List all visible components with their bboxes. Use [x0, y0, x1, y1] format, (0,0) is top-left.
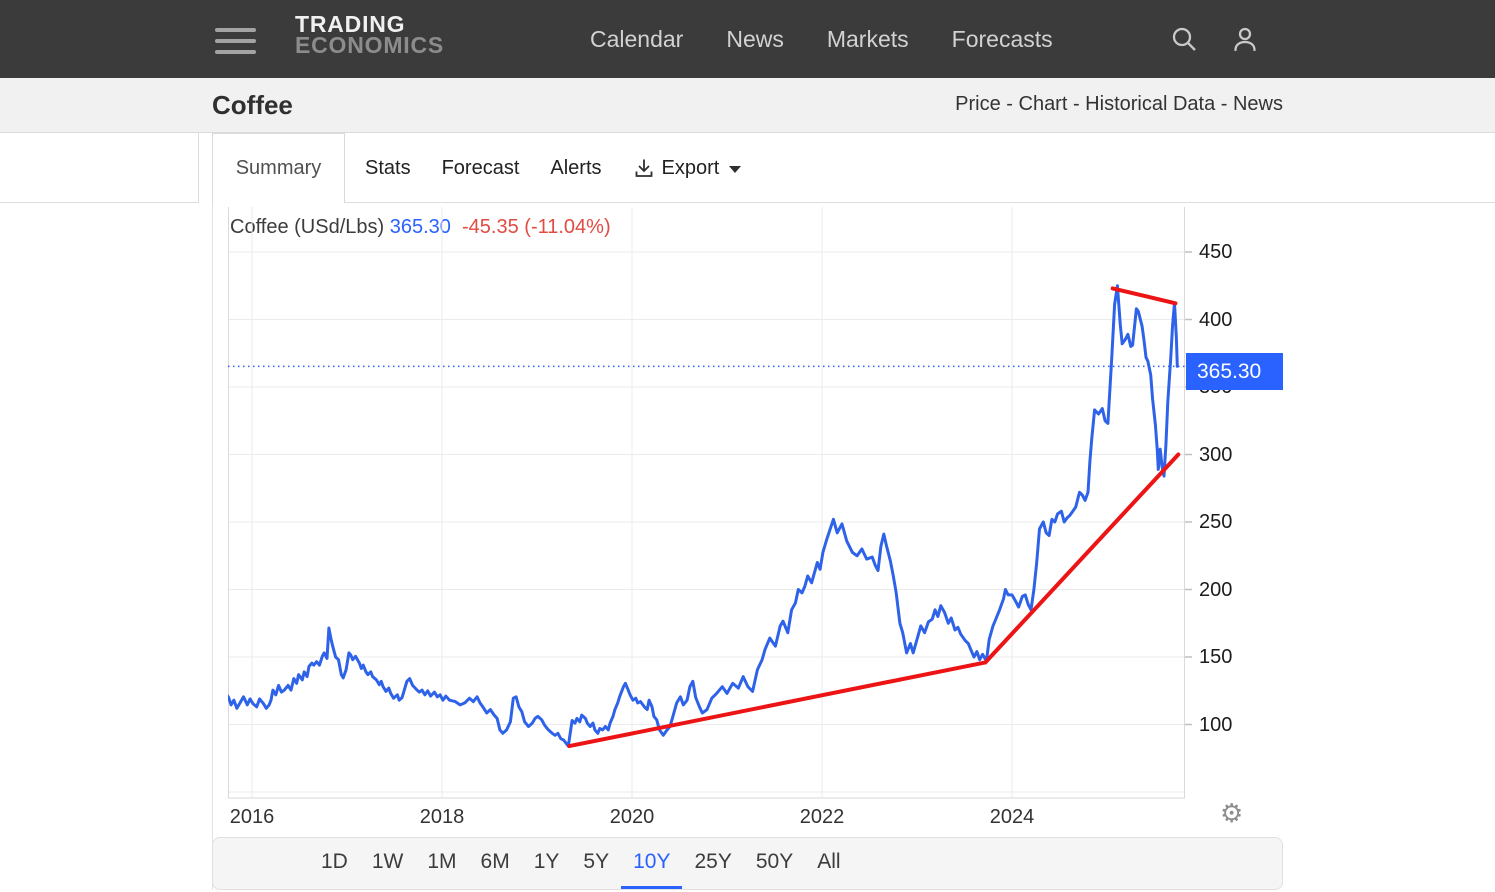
chart-card: Coffee (USd/Lbs) 365.30 -45.35 (-11.04%)… — [0, 203, 1495, 836]
caret-down-icon — [729, 166, 741, 173]
divider — [212, 203, 213, 890]
x-axis-label: 2016 — [230, 806, 275, 829]
site-logo[interactable]: TRADING ECONOMICS — [295, 13, 444, 58]
range-button-1m[interactable]: 1M — [415, 838, 468, 889]
y-axis-label: 250 — [1199, 509, 1232, 535]
range-button-5y[interactable]: 5Y — [571, 838, 621, 889]
y-axis-label: 300 — [1199, 442, 1232, 468]
range-button-6m[interactable]: 6M — [469, 838, 522, 889]
y-axis-label: 150 — [1199, 644, 1232, 670]
y-axis-label: 450 — [1199, 239, 1232, 265]
nav-item-forecasts[interactable]: Forecasts — [952, 26, 1053, 53]
x-axis-label: 2018 — [420, 806, 465, 829]
tab-alerts[interactable]: Alerts — [550, 157, 601, 180]
x-axis-label: 2022 — [800, 806, 845, 829]
logo-line2: ECONOMICS — [295, 34, 444, 57]
current-price-badge: 365.30 — [1186, 353, 1283, 390]
y-axis-label: 400 — [1199, 307, 1232, 333]
y-axis-label: 200 — [1199, 577, 1232, 603]
range-button-25y[interactable]: 25Y — [682, 838, 743, 889]
tab-summary[interactable]: Summary — [212, 133, 345, 203]
menu-icon[interactable] — [215, 28, 256, 56]
trendline — [1113, 288, 1176, 303]
export-button[interactable]: Export — [633, 157, 742, 180]
tab-forecast[interactable]: Forecast — [442, 157, 520, 180]
download-icon — [633, 157, 655, 179]
x-axis-label: 2024 — [990, 806, 1035, 829]
user-icon[interactable] — [1231, 25, 1259, 53]
x-axis-label: 2020 — [610, 806, 655, 829]
tab-bar: Summary Stats Forecast Alerts Export — [0, 133, 1495, 203]
range-button-10y[interactable]: 10Y — [621, 838, 682, 889]
price-series-line — [228, 286, 1177, 746]
navbar-menu: Calendar News Markets Forecasts — [590, 0, 1053, 78]
navbar-icons — [1170, 0, 1259, 78]
range-button-1d[interactable]: 1D — [309, 838, 360, 889]
export-label: Export — [662, 157, 720, 180]
page-title: Coffee — [212, 90, 293, 121]
range-button-1w[interactable]: 1W — [360, 838, 416, 889]
search-icon[interactable] — [1170, 25, 1198, 53]
range-button-50y[interactable]: 50Y — [744, 838, 805, 889]
page-header: Coffee Price - Chart - Historical Data -… — [0, 78, 1495, 133]
price-chart-plot[interactable] — [228, 207, 1194, 804]
divider — [198, 133, 199, 203]
tab-list: Stats Forecast Alerts Export — [365, 133, 741, 203]
tab-stats[interactable]: Stats — [365, 157, 411, 180]
breadcrumb-links[interactable]: Price - Chart - Historical Data - News — [955, 93, 1283, 116]
nav-item-markets[interactable]: Markets — [827, 26, 909, 53]
nav-item-calendar[interactable]: Calendar — [590, 26, 683, 53]
settings-icon[interactable]: ⚙ — [1220, 800, 1243, 826]
range-selector: 1D1W1M6M1Y5Y10Y25Y50YAll — [212, 837, 1283, 890]
range-button-1y[interactable]: 1Y — [522, 838, 572, 889]
range-button-all[interactable]: All — [805, 838, 852, 889]
nav-item-news[interactable]: News — [726, 26, 784, 53]
y-axis-label: 100 — [1199, 712, 1232, 738]
top-navbar: TRADING ECONOMICS Calendar News Markets For… — [0, 0, 1495, 78]
